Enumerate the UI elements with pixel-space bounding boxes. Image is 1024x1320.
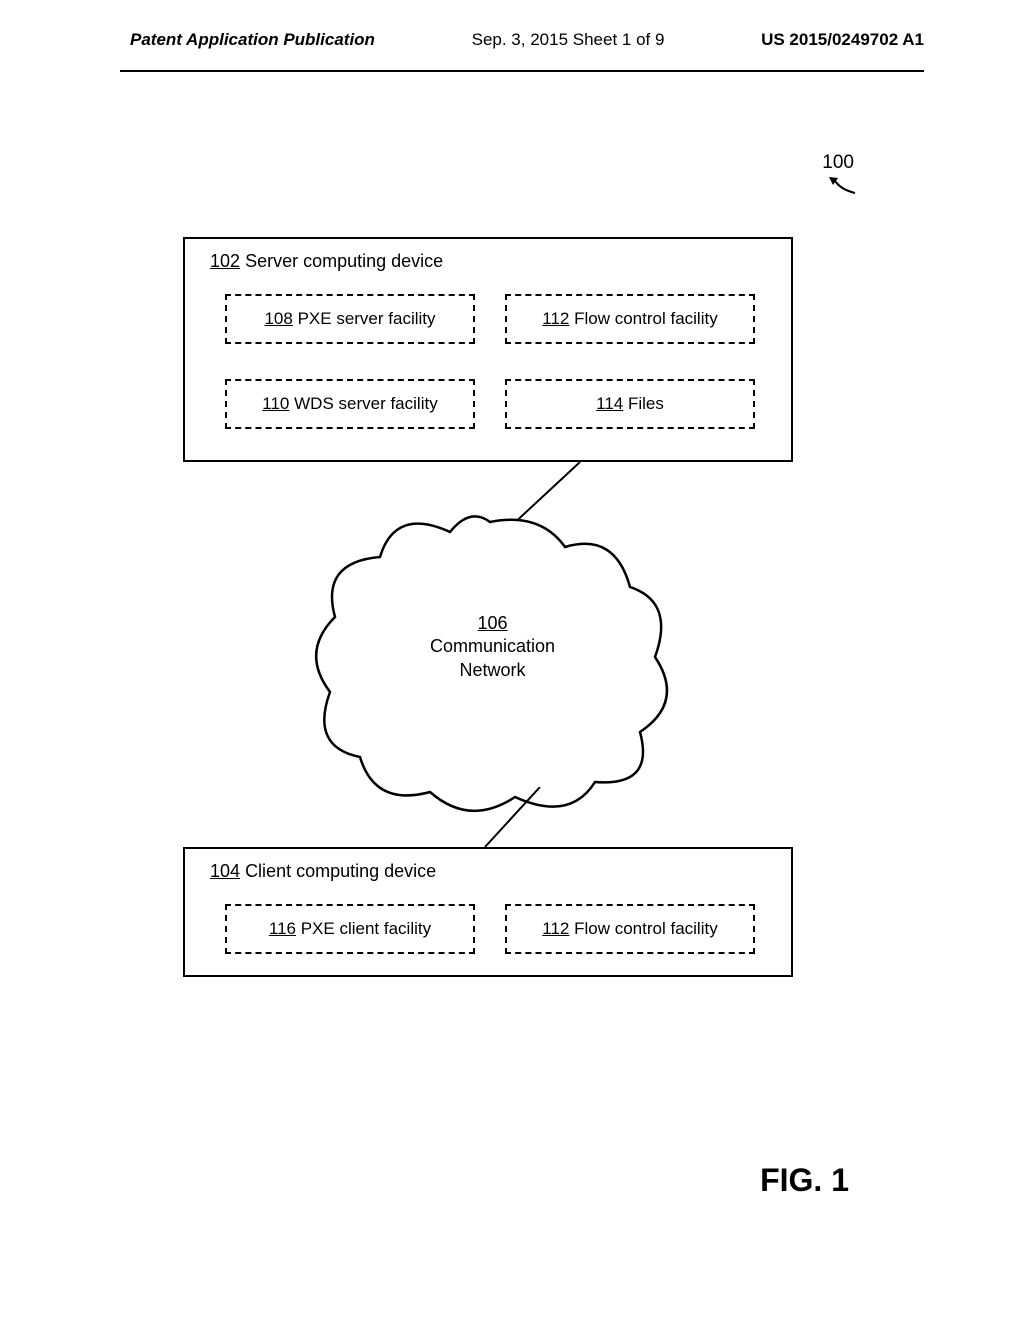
server-title: 102 Server computing device xyxy=(210,251,443,272)
server-device-box: 102 Server computing device 108 PXE serv… xyxy=(183,237,793,462)
cloud-label: 106 Communication Network xyxy=(430,612,555,682)
figure-diagram: 100 102 Server computing device 108 PXE … xyxy=(0,152,1024,1152)
header-publication: Patent Application Publication xyxy=(130,30,375,50)
page-header: Patent Application Publication Sep. 3, 2… xyxy=(0,0,1024,70)
header-date-sheet: Sep. 3, 2015 Sheet 1 of 9 xyxy=(472,30,665,50)
reference-number-100: 100 xyxy=(822,152,854,174)
header-rule xyxy=(120,70,924,72)
pxe-server-facility-box: 108 PXE server facility xyxy=(225,294,475,344)
client-device-box: 104 Client computing device 116 PXE clie… xyxy=(183,847,793,977)
wds-server-facility-box: 110 WDS server facility xyxy=(225,379,475,429)
figure-label: FIG. 1 xyxy=(760,1162,849,1199)
flow-control-facility-client-box: 112 Flow control facility xyxy=(505,904,755,954)
reference-arrow-icon xyxy=(829,177,859,202)
header-patent-number: US 2015/0249702 A1 xyxy=(761,30,924,50)
client-title: 104 Client computing device xyxy=(210,861,436,882)
flow-control-facility-server-box: 112 Flow control facility xyxy=(505,294,755,344)
pxe-client-facility-box: 116 PXE client facility xyxy=(225,904,475,954)
files-box: 114 Files xyxy=(505,379,755,429)
